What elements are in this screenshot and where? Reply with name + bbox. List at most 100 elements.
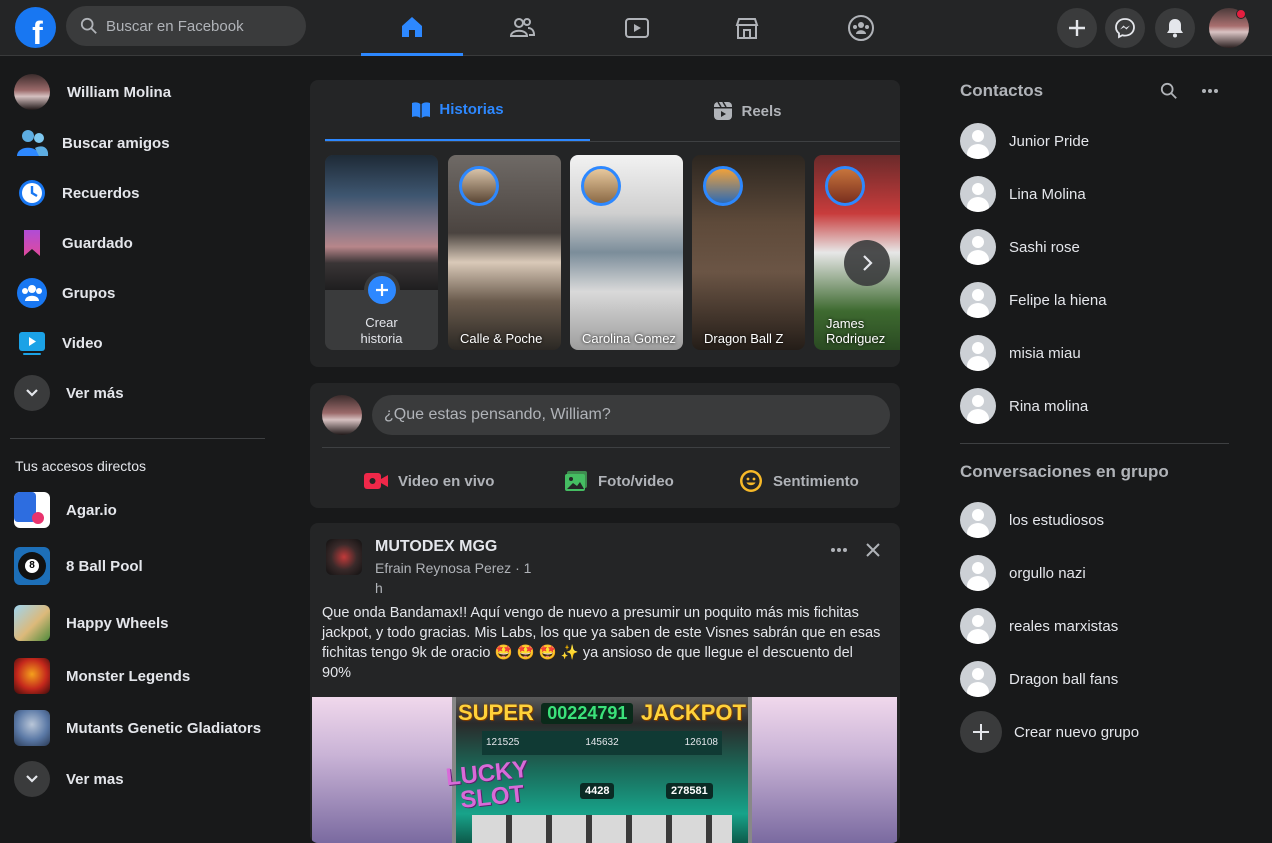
agario-icon [14,492,50,528]
sidebar-item-friends[interactable]: Buscar amigos [8,119,268,167]
profile-avatar [14,74,50,110]
chevron-right-icon [863,255,873,271]
sidebar-item-label: Guardado [62,234,133,252]
shortcut-happy-wheels[interactable]: Happy Wheels [8,599,268,647]
memories-clock-icon [19,180,45,206]
player-score: 145632 [585,737,619,748]
shortcut-agario[interactable]: Agar.io [8,486,268,534]
create-group-button[interactable]: Crear nuevo grupo [960,706,1139,758]
tab-stories[interactable]: Historias [325,80,590,142]
sidebar-item-label: Ver más [66,384,124,402]
sidebar-item-saved[interactable]: Guardado [8,219,268,267]
group-item[interactable]: reales marxistas [960,600,1118,652]
tabs-divider [325,141,900,142]
create-story-label-2: historia [360,331,403,346]
contacts-search-button[interactable] [1158,80,1180,102]
video-icon [19,332,45,355]
contact-item[interactable]: Rina molina [960,380,1088,432]
contact-item[interactable]: Sashi rose [960,221,1080,273]
post-page-name[interactable]: MUTODEX MGG [375,538,497,556]
create-group-icon-wrap [960,711,1002,753]
post-page-avatar[interactable] [326,539,362,575]
super-text: SUPER [458,700,534,725]
story-name: Calle & Poche [460,331,543,346]
group-item[interactable]: los estudiosos [960,494,1104,546]
sidebar-item-label: Ver mas [66,770,124,788]
tab-marketplace[interactable] [696,0,798,56]
player-panel: 121525 145632 126108 [482,731,722,755]
more-horizontal-icon [831,548,847,552]
feed-post: MUTODEX MGG Efrain Reynosa Perez · 1 h Q… [310,523,900,843]
jackpot-banner: SUPER 00224791 JACKPOT [452,699,752,727]
search-input[interactable]: Buscar en Facebook [106,18,244,35]
profile-name: William Molina [67,83,172,101]
group-avatar [960,502,996,538]
post-image[interactable]: SUPER 00224791 JACKPOT 121525 145632 126… [312,697,897,843]
composer-input[interactable]: ¿Que estas pensando, William? [372,395,890,435]
contacts-options-button[interactable] [1198,80,1222,102]
story-avatar [825,166,865,206]
book-icon [412,101,431,118]
story-card[interactable]: Carolina Gomez [570,155,683,350]
messenger-button[interactable] [1105,8,1145,48]
happy-wheels-icon [14,605,50,641]
smiley-icon [740,470,762,492]
story-card[interactable]: Calle & Poche [448,155,561,350]
story-card[interactable]: Dragon Ball Z [692,155,805,350]
stories-next-button[interactable] [844,240,890,286]
create-story-plus[interactable] [364,272,400,308]
composer-avatar[interactable] [322,395,362,435]
feeling-button[interactable]: Sentimiento [739,465,859,497]
tab-friends[interactable] [471,0,573,56]
create-story-card[interactable]: Crear historia [325,155,438,350]
group-item[interactable]: Dragon ball fans [960,653,1118,705]
group-avatar [960,608,996,644]
group-item[interactable]: orgullo nazi [960,547,1086,599]
sidebar-item-memories[interactable]: Recuerdos [8,169,268,217]
sidebar-divider [10,438,265,439]
tab-groups[interactable] [810,0,912,56]
post-more-button[interactable] [826,537,852,563]
search-bar[interactable]: Buscar en Facebook [66,6,306,46]
shortcut-monster-legends[interactable]: Monster Legends [8,652,268,700]
shortcuts-see-more[interactable]: Ver mas [8,755,268,803]
plus-icon [376,284,388,296]
sidebar-item-profile[interactable]: William Molina [8,68,268,116]
tab-reels[interactable]: Reels [595,80,900,142]
contact-item[interactable]: Lina Molina [960,168,1086,220]
action-label: Sentimiento [773,472,859,490]
sidebar-item-video[interactable]: Video [8,319,268,367]
post-author-line[interactable]: Efrain Reynosa Perez · 1 [375,560,531,576]
top-navigation-bar: f Buscar en Facebook [0,0,1272,56]
contact-name: Lina Molina [1009,185,1086,203]
tab-home[interactable] [361,0,463,56]
notification-badge [1236,9,1246,19]
tab-label: Historias [439,101,504,118]
contact-name: Rina molina [1009,397,1089,415]
notifications-button[interactable] [1155,8,1195,48]
sidebar-item-label: Buscar amigos [62,134,170,152]
photo-video-button[interactable]: Foto/video [564,465,674,497]
facebook-logo[interactable]: f [15,7,56,48]
shortcut-8-ball-pool[interactable]: 8 8 Ball Pool [8,542,268,590]
sidebar-see-more[interactable]: Ver más [8,369,268,417]
contact-item[interactable]: Junior Pride [960,115,1089,167]
slot-counter-2: 278581 [666,783,713,799]
create-button[interactable] [1057,8,1097,48]
jackpot-counter: 00224791 [541,702,634,724]
sidebar-item-groups[interactable]: Grupos [8,269,268,317]
post-close-button[interactable] [860,537,886,563]
tab-watch[interactable] [586,0,688,56]
contact-name: Junior Pride [1009,132,1090,150]
story-name: Dragon Ball Z [704,331,784,346]
contact-item[interactable]: misia miau [960,327,1081,379]
search-icon [1160,82,1177,99]
contact-item[interactable]: Felipe la hiena [960,274,1107,326]
shortcuts-title: Tus accesos directos [15,458,146,474]
shortcut-mutants[interactable]: Mutants Genetic Gladiators [8,704,268,752]
live-video-button[interactable]: Video en vivo [363,465,494,497]
bell-icon [1167,19,1183,38]
search-icon [80,17,97,34]
facebook-logo-letter: f [32,15,43,48]
post-timestamp[interactable]: h [375,580,383,596]
